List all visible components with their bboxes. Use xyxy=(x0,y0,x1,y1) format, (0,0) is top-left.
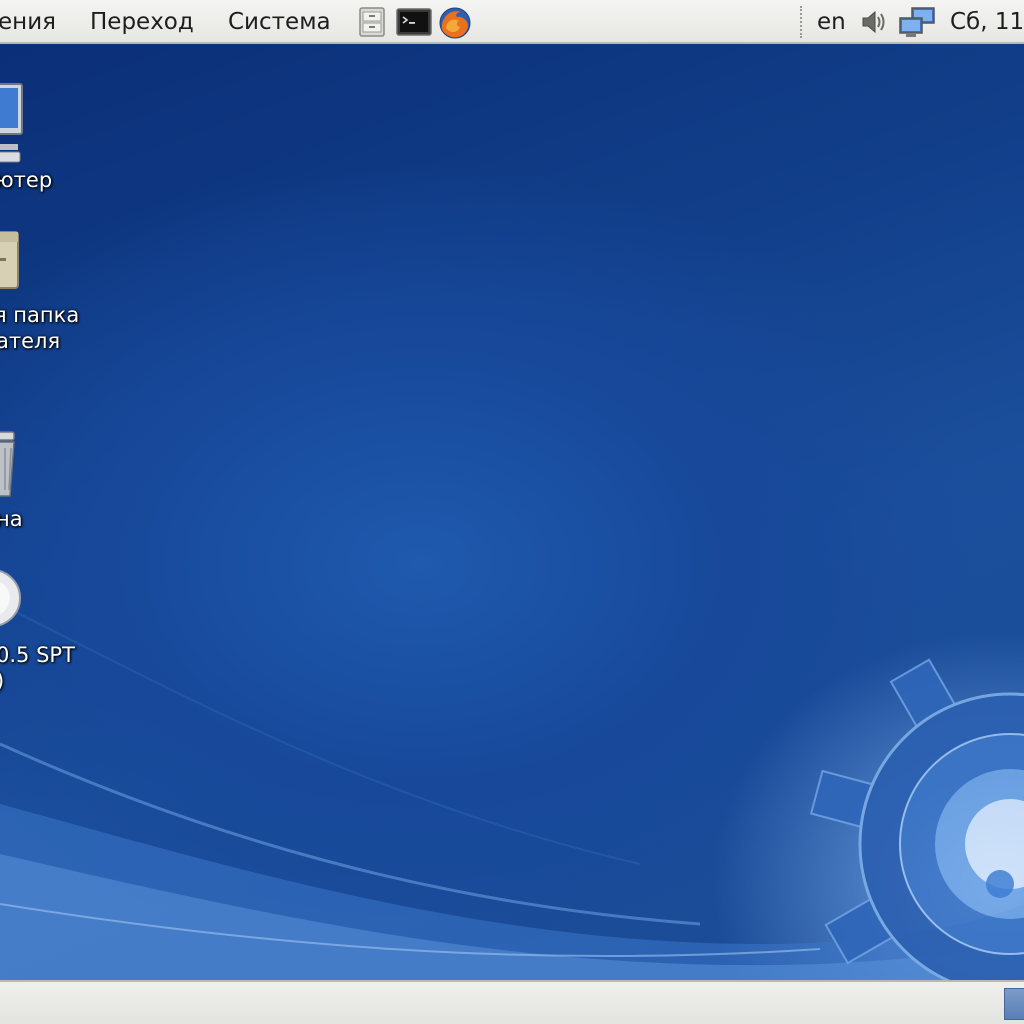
system-menu[interactable]: Система xyxy=(228,6,331,38)
speaker-icon[interactable] xyxy=(858,6,890,38)
workspace-switcher[interactable] xyxy=(1004,988,1024,1020)
desktop-icon-label-dvd-1[interactable]: 0.5 SPT xyxy=(0,642,75,668)
desktop-icon-label-home-2[interactable]: ателя xyxy=(0,328,60,354)
computer-icon[interactable] xyxy=(0,80,26,164)
wallpaper-decoration xyxy=(0,603,1024,980)
tray-separator xyxy=(800,6,806,38)
applications-menu[interactable]: ения xyxy=(0,6,56,38)
bottom-panel xyxy=(0,980,1024,1024)
dvd-disc-icon[interactable] xyxy=(0,564,22,632)
desktop-icon-label-dvd-2[interactable]: ) xyxy=(0,668,4,694)
desktop-icon-label-computer[interactable]: ютер xyxy=(0,167,52,193)
home-folder-icon[interactable] xyxy=(0,228,22,292)
desktop-icon-label-home-1[interactable]: я папка xyxy=(0,302,79,328)
desktop-icon-label-trash[interactable]: на xyxy=(0,506,23,532)
trash-icon[interactable] xyxy=(0,426,18,498)
top-panel: ения Переход Система en Сб, 11 xyxy=(0,0,1024,44)
network-icon[interactable] xyxy=(898,6,938,38)
clock[interactable]: Сб, 11 xyxy=(950,6,1024,38)
firefox-icon[interactable] xyxy=(437,6,473,39)
places-menu[interactable]: Переход xyxy=(90,6,194,38)
file-cabinet-icon[interactable] xyxy=(356,6,388,38)
keyboard-layout-indicator[interactable]: en xyxy=(817,6,846,38)
desktop[interactable]: ютер я папка ателя на 0.5 SPT ) xyxy=(0,44,1024,980)
terminal-icon[interactable] xyxy=(396,6,432,38)
